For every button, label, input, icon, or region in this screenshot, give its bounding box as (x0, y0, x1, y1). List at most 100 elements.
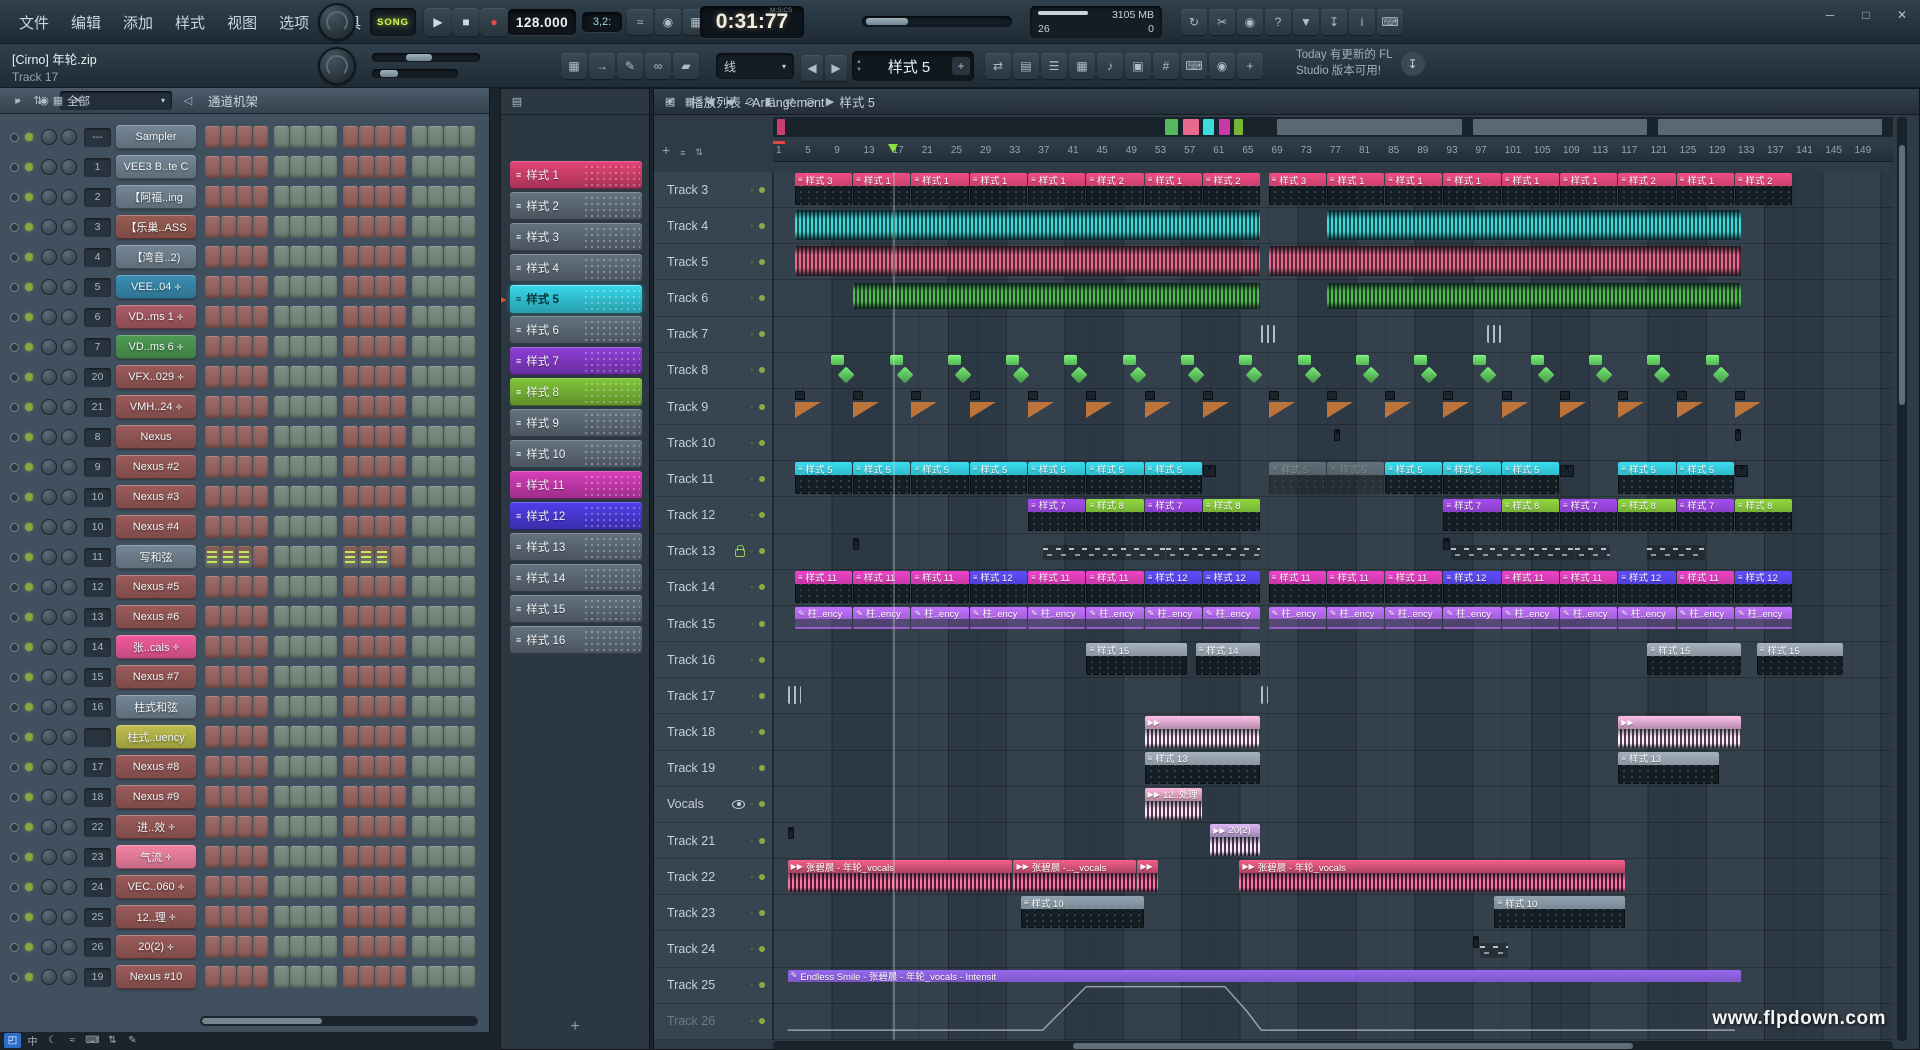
step-cell[interactable] (205, 846, 220, 868)
step-cell[interactable] (444, 246, 459, 268)
channel-pan-knob[interactable] (41, 939, 57, 955)
channel-button[interactable]: Nexus (116, 425, 196, 449)
step-cell[interactable] (253, 756, 268, 778)
step-cell[interactable] (428, 246, 443, 268)
channel-volume-knob[interactable] (61, 429, 77, 445)
step-cell[interactable] (274, 276, 289, 298)
step-cell[interactable] (274, 726, 289, 748)
step-cell[interactable] (253, 666, 268, 688)
step-cell[interactable] (322, 846, 337, 868)
step-cell[interactable] (428, 966, 443, 988)
step-cell[interactable] (274, 816, 289, 838)
preview-icon[interactable]: ▶ (820, 93, 840, 111)
pattern-clip[interactable]: ≡样式 11 (1269, 571, 1326, 603)
pattern-item[interactable]: ≡样式 7 (501, 347, 649, 378)
track-enable-dot[interactable] (759, 1018, 765, 1024)
channel-pan-knob[interactable] (41, 729, 57, 745)
pattern-clip[interactable]: ≡样式 2 (1203, 173, 1260, 205)
rack-close-icon[interactable]: ✕ (68, 92, 88, 110)
arrangement-overview-strip[interactable] (773, 117, 1893, 137)
channel-pan-knob[interactable] (41, 159, 57, 175)
pattern-item[interactable]: ≡样式 11 (501, 471, 649, 502)
step-cell[interactable] (237, 906, 252, 928)
menu-item-1[interactable]: 编辑 (60, 12, 112, 33)
step-cell[interactable] (274, 216, 289, 238)
step-cell[interactable] (412, 396, 427, 418)
channel-button[interactable]: VEC..060✛ (116, 875, 196, 899)
step-cell[interactable] (428, 336, 443, 358)
pattern-item[interactable]: ≡样式 13 (501, 533, 649, 564)
step-cell[interactable] (274, 126, 289, 148)
envelope-clip[interactable] (911, 391, 937, 418)
step-cell[interactable] (306, 576, 321, 598)
step-cell[interactable] (343, 966, 358, 988)
pattern-clip[interactable]: ≡样式 1 (1677, 173, 1734, 205)
step-cell[interactable] (391, 486, 406, 508)
track-name-row[interactable]: Track 6 (654, 281, 773, 317)
rack-hscrollbar[interactable] (200, 1016, 478, 1026)
pencil-tool-icon[interactable]: ✎ (617, 53, 643, 79)
pattern-clip[interactable]: ≡样式 11 (1028, 571, 1085, 603)
audio-clip[interactable]: ▶▶ (1618, 716, 1741, 748)
step-cell[interactable] (205, 276, 220, 298)
channel-button[interactable]: 柱式和弦 (116, 695, 196, 719)
channel-volume-knob[interactable] (61, 129, 77, 145)
channel-volume-knob[interactable] (61, 339, 77, 355)
channel-button[interactable]: Nexus #10 (116, 965, 196, 989)
automation-kite-clip[interactable] (831, 355, 852, 381)
channel-volume-knob[interactable] (61, 579, 77, 595)
step-cell[interactable] (444, 696, 459, 718)
pattern-clip[interactable]: ≡样式 11 (795, 571, 852, 603)
track-enable-dot[interactable] (759, 584, 765, 590)
channel-mute-led[interactable] (25, 733, 33, 741)
song-position-thumb[interactable] (866, 18, 908, 25)
menu-item-3[interactable]: 样式 (164, 12, 216, 33)
step-cell[interactable] (460, 666, 475, 688)
step-cell[interactable] (343, 426, 358, 448)
step-cell[interactable] (290, 816, 305, 838)
step-cell[interactable] (322, 426, 337, 448)
step-cell[interactable] (274, 696, 289, 718)
step-cell[interactable] (322, 756, 337, 778)
brush-tool-icon[interactable]: ▰ (673, 53, 699, 79)
swap-view-icon[interactable]: ⇄ (985, 53, 1011, 79)
step-cell[interactable] (253, 516, 268, 538)
step-cell[interactable] (391, 756, 406, 778)
step-cell[interactable] (237, 606, 252, 628)
channel-pan-knob[interactable] (41, 309, 57, 325)
step-cell[interactable] (237, 576, 252, 598)
step-cell[interactable] (306, 276, 321, 298)
step-cell[interactable] (391, 516, 406, 538)
track-name-row[interactable]: Track 10 (654, 425, 773, 461)
channel-mute-led[interactable] (25, 223, 33, 231)
step-cell[interactable] (253, 456, 268, 478)
pattern-clip[interactable]: ≡样式 14 (1196, 643, 1261, 675)
step-cell[interactable] (306, 156, 321, 178)
step-cell[interactable] (444, 876, 459, 898)
channel-pan-knob[interactable] (41, 879, 57, 895)
channel-select-led[interactable] (10, 433, 19, 442)
step-cell[interactable] (290, 186, 305, 208)
step-cell[interactable] (391, 966, 406, 988)
channel-pan-knob[interactable] (41, 459, 57, 475)
channel-select-led[interactable] (10, 253, 19, 262)
step-cell[interactable] (375, 906, 390, 928)
channel-volume-knob[interactable] (61, 849, 77, 865)
channel-mute-led[interactable] (25, 163, 33, 171)
channel-select-led[interactable] (10, 523, 19, 532)
note-preview-clip[interactable] (1647, 545, 1704, 560)
step-cell[interactable] (444, 636, 459, 658)
add-track-button[interactable]: + (662, 142, 670, 158)
envelope-clip[interactable] (970, 391, 996, 418)
automation-clip[interactable]: ✎柱..ency (1677, 607, 1734, 629)
link-tool-icon[interactable]: ∞ (645, 53, 671, 79)
track-name-row[interactable]: Track 21 (654, 823, 773, 859)
pattern-clip[interactable]: ≡样式 1 (1502, 173, 1559, 205)
step-cell[interactable] (253, 126, 268, 148)
step-cell[interactable] (428, 396, 443, 418)
step-cell[interactable] (444, 486, 459, 508)
step-cell[interactable] (306, 786, 321, 808)
step-cell[interactable] (412, 306, 427, 328)
step-cell[interactable] (359, 756, 374, 778)
track-enable-dot[interactable] (759, 331, 765, 337)
